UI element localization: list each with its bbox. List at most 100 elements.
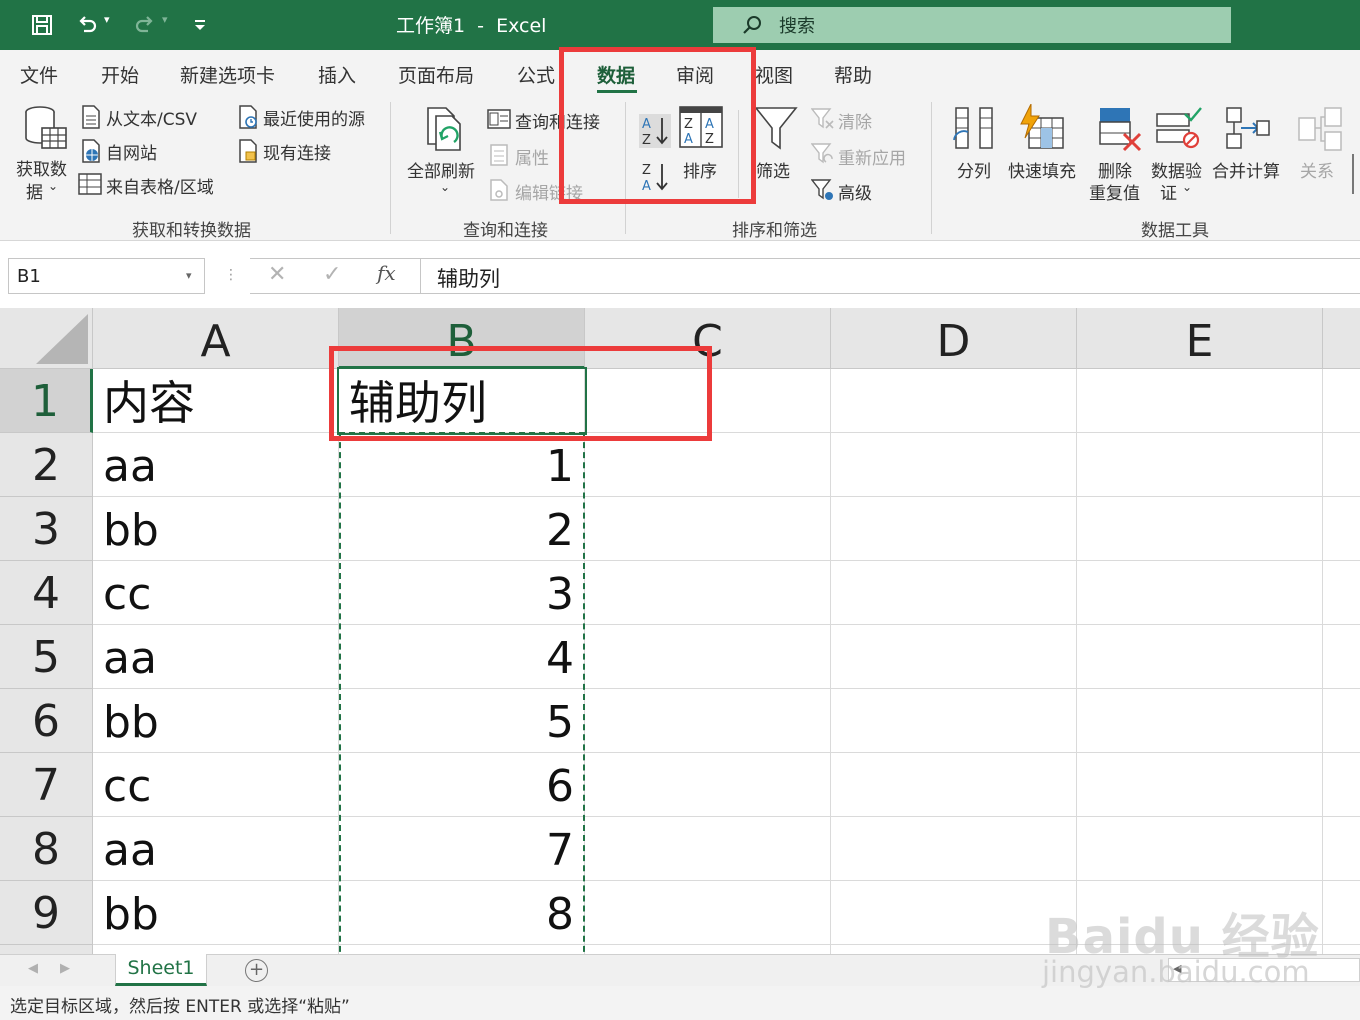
undo-icon[interactable]	[70, 8, 104, 42]
row-header[interactable]: 8	[0, 817, 93, 881]
get-data-label-1[interactable]: 获取数	[16, 155, 67, 180]
cell-a3[interactable]: bb	[93, 497, 339, 561]
clear-button[interactable]: 清除	[838, 108, 872, 133]
select-all-button[interactable]	[0, 308, 93, 369]
from-table-range-button[interactable]: 来自表格/区域	[106, 173, 214, 198]
table-icon	[78, 173, 102, 199]
ribbon-overflow-indicator	[1352, 154, 1360, 194]
refresh-dropdown-icon[interactable]: ⌄	[440, 180, 450, 194]
properties-button[interactable]: 属性	[515, 144, 549, 169]
flash-fill-button[interactable]: 快速填充	[1008, 157, 1076, 182]
tab-page-layout[interactable]: 页面布局	[398, 61, 474, 88]
get-data-label-2[interactable]: 据	[26, 178, 43, 203]
formula-input[interactable]: 辅助列	[420, 258, 1360, 294]
reapply-icon	[810, 142, 835, 170]
row-header[interactable]: 6	[0, 689, 93, 753]
remove-duplicates-icon[interactable]	[1098, 106, 1144, 156]
undo-dropdown-icon[interactable]: ▾	[104, 13, 110, 26]
tab-new-tab[interactable]: 新建选项卡	[180, 61, 275, 88]
search-box[interactable]: 搜索	[713, 7, 1231, 43]
name-box-dropdown-icon[interactable]: ▾	[186, 269, 192, 282]
sheet-tab-sheet1[interactable]: Sheet1	[115, 954, 207, 986]
redo-dropdown-icon[interactable]: ▾	[162, 13, 168, 26]
tab-help[interactable]: 帮助	[834, 61, 872, 88]
baidu-watermark-url: jingyan.baidu.com	[1042, 955, 1310, 989]
relationships-button[interactable]: 关系	[1300, 157, 1334, 182]
queries-connections-icon	[487, 108, 511, 134]
column-header-d[interactable]: D	[831, 308, 1077, 369]
clear-filter-icon	[810, 107, 835, 135]
data-validation-icon[interactable]	[1155, 106, 1203, 156]
row-header[interactable]: 2	[0, 433, 93, 497]
formula-bar-grip-icon[interactable]: ⋮	[224, 267, 238, 283]
cell-a8[interactable]: aa	[93, 817, 339, 881]
cell-a2[interactable]: aa	[93, 433, 339, 497]
scroll-sheets-right-icon[interactable]: ▶	[60, 961, 70, 976]
refresh-all-icon[interactable]	[420, 104, 468, 158]
text-to-columns-icon[interactable]	[950, 106, 998, 156]
insert-function-icon[interactable]: fx	[377, 261, 396, 285]
tab-formulas[interactable]: 公式	[517, 61, 555, 88]
row-header[interactable]: 1	[0, 369, 93, 433]
tab-view[interactable]: 视图	[755, 61, 793, 88]
filter-icon[interactable]	[754, 106, 798, 156]
group-label-sort-filter: 排序和筛选	[732, 221, 817, 241]
recent-sources-button[interactable]: 最近使用的源	[263, 105, 365, 130]
add-sheet-icon[interactable]: +	[245, 959, 268, 982]
get-data-dropdown-icon[interactable]: ⌄	[48, 179, 58, 193]
get-data-icon[interactable]	[22, 104, 68, 156]
row-header[interactable]	[0, 945, 93, 954]
cell-a5[interactable]: aa	[93, 625, 339, 689]
reapply-button[interactable]: 重新应用	[838, 144, 906, 169]
consolidate-button[interactable]: 合并计算	[1212, 157, 1280, 182]
save-icon[interactable]	[25, 8, 59, 42]
group-label-get-transform: 获取和转换数据	[132, 221, 251, 241]
cell-a7[interactable]: cc	[93, 753, 339, 817]
enter-icon[interactable]: ✓	[323, 262, 341, 287]
redo-icon[interactable]	[128, 8, 162, 42]
column-header-f[interactable]	[1323, 308, 1360, 369]
cancel-icon[interactable]: ✕	[268, 262, 286, 287]
column-header-a[interactable]: A	[93, 308, 339, 369]
edit-links-icon	[489, 179, 509, 205]
empty-cells-gridlines[interactable]	[585, 369, 1360, 954]
cell-a4[interactable]: cc	[93, 561, 339, 625]
name-box[interactable]: B1	[8, 258, 205, 294]
column-header-e[interactable]: E	[1077, 308, 1323, 369]
relationships-icon	[1297, 106, 1343, 156]
highlight-data-tab-sort	[559, 47, 756, 204]
highlight-helper-column	[329, 346, 712, 441]
text-to-columns-button[interactable]: 分列	[957, 157, 991, 182]
data-validation-dropdown-icon[interactable]: ⌄	[1182, 180, 1192, 194]
row-header[interactable]: 9	[0, 881, 93, 945]
customize-qat-icon[interactable]	[183, 8, 217, 42]
tab-file[interactable]: 文件	[20, 61, 58, 88]
filter-button[interactable]: 筛选	[756, 157, 790, 182]
from-web-button[interactable]: 自网站	[106, 139, 157, 164]
tab-insert[interactable]: 插入	[318, 61, 356, 88]
flash-fill-icon[interactable]	[1019, 103, 1067, 156]
data-validation-label-2[interactable]: 证	[1160, 179, 1177, 204]
from-text-csv-button[interactable]: 从文本/CSV	[106, 105, 197, 130]
advanced-button[interactable]: 高级	[838, 179, 872, 204]
scroll-sheets-left-icon[interactable]: ◀	[28, 961, 38, 976]
row-header[interactable]: 4	[0, 561, 93, 625]
row-header[interactable]: 7	[0, 753, 93, 817]
cell-a10[interactable]	[93, 945, 339, 954]
refresh-all-button[interactable]: 全部刷新	[407, 157, 475, 182]
tab-home[interactable]: 开始	[101, 61, 139, 88]
remove-duplicates-label-2[interactable]: 重复值	[1089, 179, 1140, 204]
cell-a6[interactable]: bb	[93, 689, 339, 753]
formula-bar: B1 ▾ ⋮ ✕ ✓ fx 辅助列	[0, 241, 1360, 308]
advanced-filter-icon	[810, 178, 835, 206]
row-header[interactable]: 3	[0, 497, 93, 561]
row-header[interactable]: 5	[0, 625, 93, 689]
text-file-icon	[80, 105, 102, 133]
recent-sources-icon	[237, 105, 259, 133]
existing-connections-button[interactable]: 现有连接	[263, 139, 331, 164]
consolidate-icon[interactable]	[1225, 106, 1271, 156]
cell-a9[interactable]: bb	[93, 881, 339, 945]
cell-a1[interactable]: 内容	[93, 369, 339, 433]
status-bar: 选定目标区域，然后按 ENTER 或选择“粘贴”	[0, 986, 1360, 1020]
status-message: 选定目标区域，然后按 ENTER 或选择“粘贴”	[10, 997, 350, 1017]
